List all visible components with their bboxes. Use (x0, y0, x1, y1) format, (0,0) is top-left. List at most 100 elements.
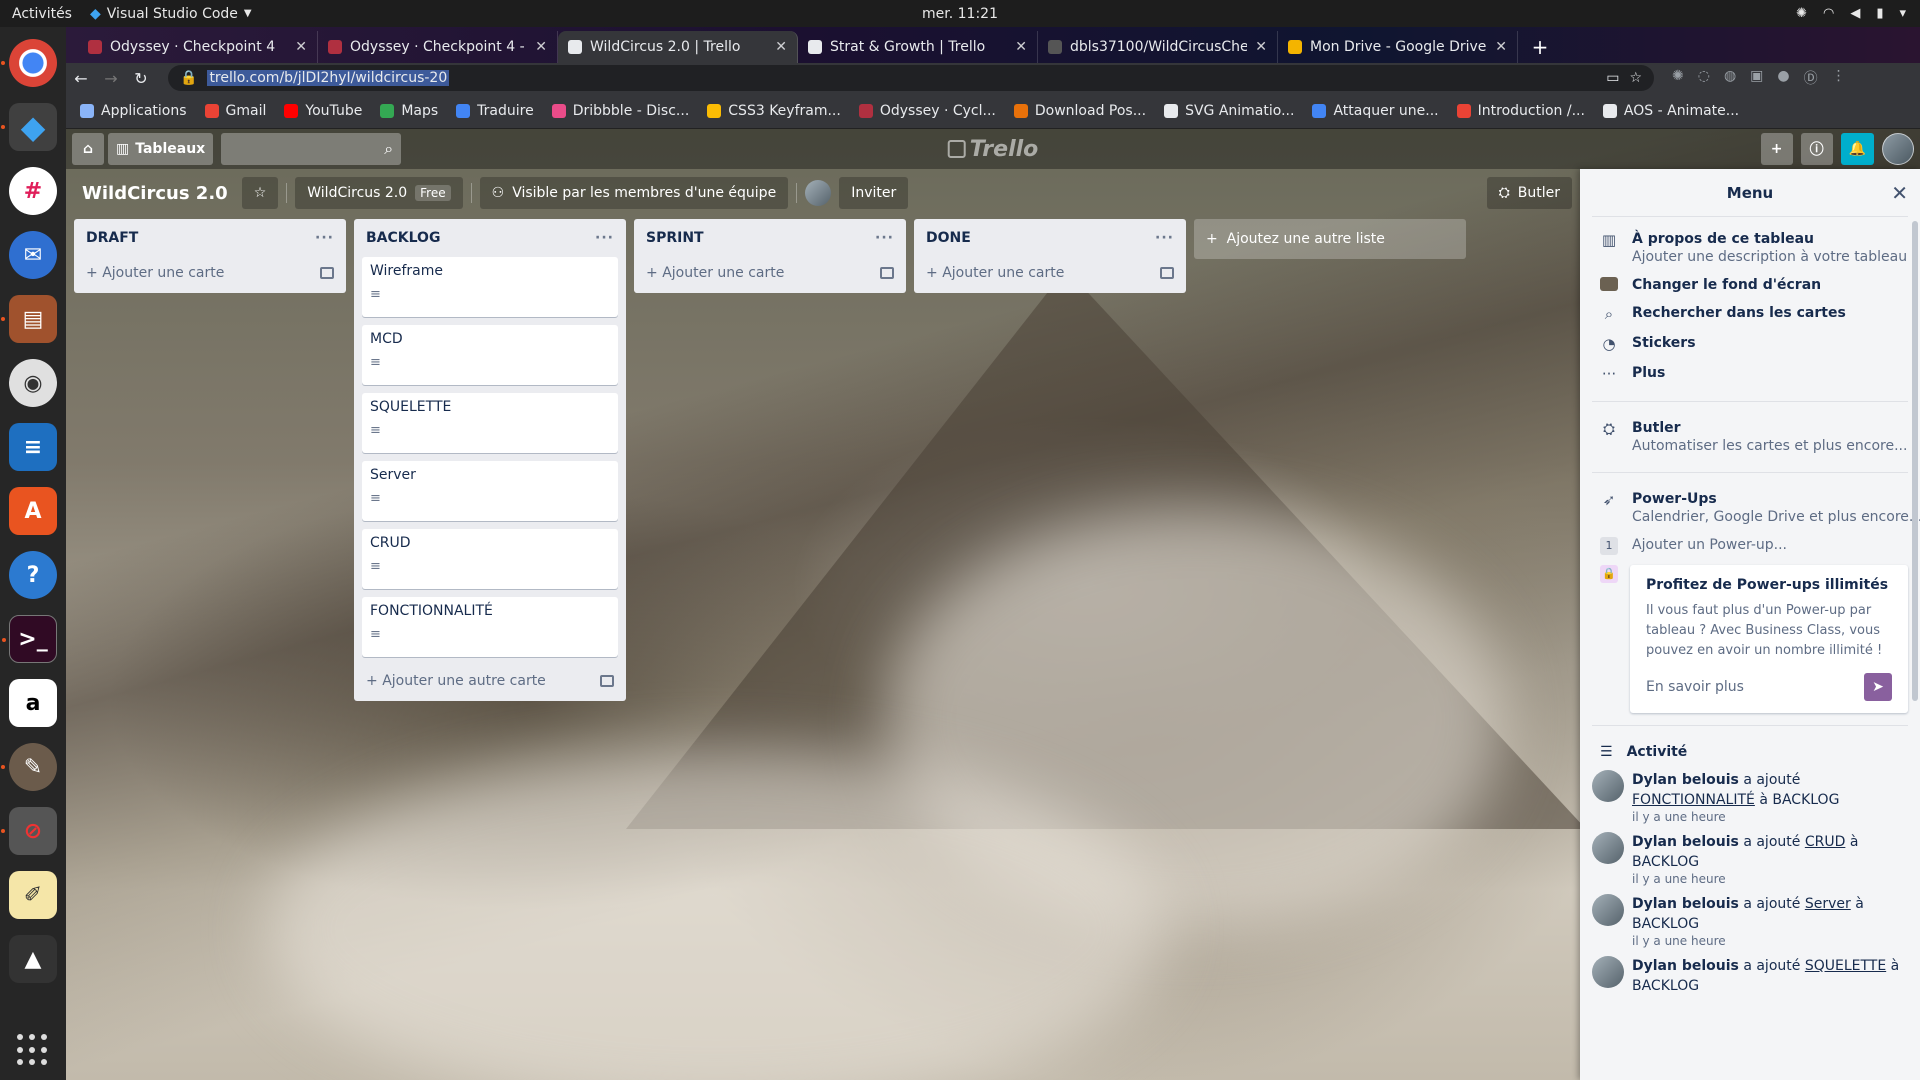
menu-item-stickers[interactable]: ◔ Stickers (1592, 329, 1908, 359)
activities-button[interactable]: Activités (0, 6, 90, 22)
activity-time[interactable]: il y a une heure (1632, 810, 1908, 824)
bookmark-star-icon[interactable]: ☆ (1629, 70, 1642, 86)
back-arrow-icon[interactable]: ← (66, 69, 96, 88)
list-header[interactable]: DONE ··· (922, 219, 1178, 257)
list-title[interactable]: SPRINT (646, 230, 704, 246)
tab-close-icon[interactable]: ✕ (535, 39, 547, 55)
user-avatar[interactable] (1882, 133, 1914, 165)
activity-user[interactable]: Dylan belouis (1632, 772, 1739, 788)
menu-item-butler[interactable]: ⛭ Butler Automatiser les cartes et plus en… (1592, 414, 1908, 460)
activity-card-link[interactable]: FONCTIONNALITÉ (1632, 792, 1755, 808)
bookmark-item[interactable]: CSS3 Keyfram... (707, 103, 841, 119)
list-backlog[interactable]: BACKLOG ··· Wireframe ≡ MCD ≡ SQUELETTE ≡ Se… (354, 219, 626, 701)
list-title[interactable]: DONE (926, 230, 971, 246)
add-card-button[interactable]: + Ajouter une carte (642, 257, 898, 289)
notifications-button[interactable]: 🔔 (1840, 133, 1874, 165)
menu-item-add-powerup[interactable]: 1 Ajouter un Power-up... (1592, 531, 1908, 561)
list-sprint[interactable]: SPRINT ··· + Ajouter une carte (634, 219, 906, 293)
home-button[interactable]: ⌂ (72, 133, 104, 165)
browser-tab[interactable]: dbls37100/WildCircusChe ✕ (1038, 31, 1278, 63)
extension-color-icon[interactable]: ◍ (1724, 68, 1736, 88)
browser-tab-active[interactable]: WildCircus 2.0 | Trello ✕ (558, 31, 798, 63)
dock-inkscape[interactable]: ▲ (9, 935, 57, 983)
extension-gear-icon[interactable]: ✺ (1672, 68, 1684, 88)
search-input[interactable]: ⌕ (221, 133, 402, 165)
menu-item-search[interactable]: ⌕ Rechercher dans les cartes (1592, 299, 1908, 329)
list-header[interactable]: DRAFT ··· (82, 219, 338, 257)
dock-software[interactable]: A (9, 487, 57, 535)
avatar[interactable] (1592, 832, 1624, 864)
list-title[interactable]: DRAFT (86, 230, 138, 246)
list-draft[interactable]: DRAFT ··· + Ajouter une carte (74, 219, 346, 293)
bookmark-item[interactable]: Attaquer une... (1312, 103, 1439, 119)
dock-terminal[interactable]: >_ (2, 615, 57, 663)
dock-vscode[interactable]: ◆ (1, 103, 57, 151)
browser-tab[interactable]: Odyssey · Checkpoint 4 ✕ (78, 31, 318, 63)
add-card-button[interactable]: + Ajouter une carte (922, 257, 1178, 289)
board-title[interactable]: WildCircus 2.0 (76, 183, 234, 204)
clock[interactable]: mer. 11:21 (922, 6, 998, 22)
bookmark-item[interactable]: Applications (80, 103, 187, 119)
browser-tab[interactable]: Strat & Growth | Trello ✕ (798, 31, 1038, 63)
bookmark-item[interactable]: Odyssey · Cycl... (858, 103, 996, 119)
extension-badge-icon[interactable]: ▣ (1750, 68, 1763, 88)
activity-time[interactable]: il y a une heure (1632, 872, 1908, 886)
bookmark-item[interactable]: Maps (380, 103, 438, 119)
visibility-button[interactable]: ⚇ Visible par les membres d'une équipe (479, 177, 789, 209)
browser-tab[interactable]: Mon Drive - Google Drive ✕ (1278, 31, 1518, 63)
info-button[interactable]: ⓘ (1800, 133, 1833, 165)
dock-thunderbird[interactable]: ✉ (9, 231, 57, 279)
list-header[interactable]: BACKLOG ··· (362, 219, 618, 257)
bookmark-item[interactable]: Download Pos... (1013, 103, 1146, 119)
add-card-button[interactable]: + Ajouter une autre carte (362, 665, 618, 697)
butler-button[interactable]: ⛭ Butler (1486, 177, 1572, 209)
card[interactable]: SQUELETTE ≡ (362, 393, 618, 453)
forward-arrow-icon[interactable]: → (96, 69, 126, 88)
list-menu-icon[interactable]: ··· (1155, 230, 1174, 246)
dock-blocked-app[interactable]: ⊘ (1, 807, 57, 855)
trello-logo[interactable]: Trello (947, 137, 1038, 162)
avatar[interactable] (1592, 894, 1624, 926)
extension-circle-icon[interactable]: ● (1777, 68, 1789, 88)
tab-close-icon[interactable]: ✕ (775, 39, 787, 55)
tab-close-icon[interactable]: ✕ (1495, 39, 1507, 55)
add-list-button[interactable]: + Ajoutez une autre liste (1194, 219, 1466, 259)
system-tray[interactable]: ✺ ◠ ◀ ▮ ▾ (1796, 6, 1906, 21)
card-template-icon[interactable] (320, 267, 334, 279)
dock-slack[interactable]: # (9, 167, 57, 215)
dock-files[interactable]: ▤ (1, 295, 57, 343)
card[interactable]: CRUD ≡ (362, 529, 618, 589)
dock-text-editor[interactable]: ✐ (9, 871, 57, 919)
profile-avatar-icon[interactable]: Ⓓ (1804, 68, 1818, 88)
app-menu[interactable]: ◆ Visual Studio Code ▼ (90, 6, 252, 22)
bookmark-item[interactable]: Traduire (456, 103, 534, 119)
dock-chrome[interactable] (1, 39, 57, 87)
browser-tab[interactable]: Odyssey · Checkpoint 4 - E ✕ (318, 31, 558, 63)
bookmark-item[interactable]: YouTube (284, 103, 362, 119)
activity-user[interactable]: Dylan belouis (1632, 958, 1739, 974)
tab-close-icon[interactable]: ✕ (295, 39, 307, 55)
activity-user[interactable]: Dylan belouis (1632, 896, 1739, 912)
avatar[interactable] (1592, 770, 1624, 802)
card[interactable]: FONCTIONNALITÉ ≡ (362, 597, 618, 657)
dock-gimp[interactable]: ✎ (1, 743, 57, 791)
bookmark-item[interactable]: AOS - Animate... (1602, 103, 1739, 119)
invite-button[interactable]: Inviter (839, 177, 909, 209)
list-menu-icon[interactable]: ··· (315, 230, 334, 246)
list-done[interactable]: DONE ··· + Ajouter une carte (914, 219, 1186, 293)
create-button[interactable]: + (1760, 133, 1793, 165)
address-bar[interactable]: 🔒 trello.com/b/jlDI2hyI/wildcircus-20 ▭ … (168, 65, 1654, 91)
menu-item-powerups[interactable]: ➶ Power-Ups Calendrier, Google Drive et pl… (1592, 485, 1920, 531)
menu-item-about[interactable]: ▥ À propos de ce tableau Ajouter une descr… (1592, 225, 1908, 271)
card-template-icon[interactable] (880, 267, 894, 279)
activity-card-link[interactable]: SQUELETTE (1805, 958, 1886, 974)
show-applications-icon[interactable] (17, 1034, 49, 1066)
learn-more-link[interactable]: En savoir plus (1646, 679, 1744, 695)
dock-writer[interactable]: ≡ (9, 423, 57, 471)
activity-header[interactable]: ☰ Activité (1592, 738, 1908, 766)
new-tab-button[interactable]: + (1526, 33, 1554, 61)
boards-button[interactable]: ▥ Tableaux (108, 133, 214, 165)
activity-card-link[interactable]: Server (1805, 896, 1851, 912)
url-text[interactable]: trello.com/b/jlDI2hyI/wildcircus-20 (207, 70, 450, 86)
dock-rhythmbox[interactable]: ◉ (9, 359, 57, 407)
